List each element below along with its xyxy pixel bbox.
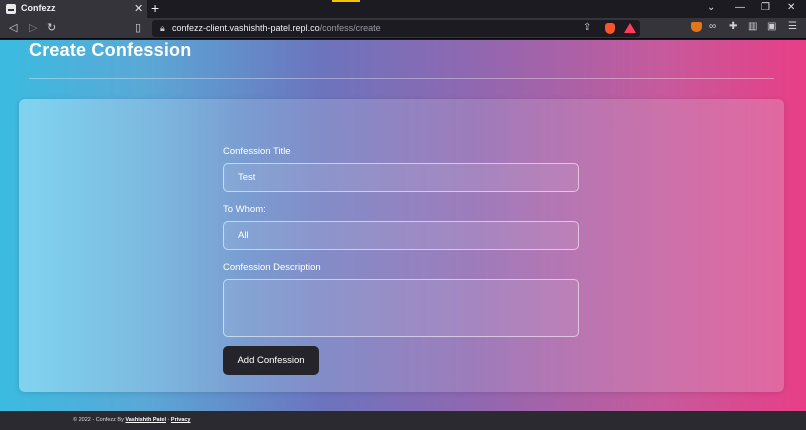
url-text[interactable]: confezz-client.vashishth-patel.repl.co/c… [172, 23, 381, 33]
confession-description-textarea[interactable] [223, 279, 579, 337]
tab-strip: Confezz ✕ + ⌄ — ❐ ✕ [0, 0, 806, 18]
add-confession-button[interactable]: Add Confession [223, 346, 319, 375]
footer-privacy-link[interactable]: Privacy [171, 417, 191, 423]
confezz-favicon-icon [6, 4, 16, 14]
back-icon[interactable]: ◁ [9, 21, 17, 34]
share-icon[interactable]: ⇪ [583, 22, 591, 33]
forward-icon[interactable]: ▷ [29, 21, 37, 34]
url-host: confezz-client.vashishth-patel.repl.co [172, 23, 320, 33]
confession-title-label: Confession Title [223, 146, 291, 157]
page-title: Create Confession [29, 40, 192, 60]
brave-shields-icon[interactable] [605, 23, 615, 34]
maximize-button[interactable]: ❐ [761, 2, 770, 13]
footer-text: © 2022 - Confezz By Vashishth Patel - Pr… [73, 417, 191, 423]
to-whom-input[interactable] [223, 221, 579, 250]
footer-author-link[interactable]: Vashishth Patel [125, 417, 166, 423]
browser-tab[interactable]: Confezz ✕ [0, 0, 147, 18]
page-footer: © 2022 - Confezz By Vashishth Patel - Pr… [0, 411, 806, 430]
new-tab-button[interactable]: + [151, 0, 159, 16]
reload-icon[interactable]: ↻ [47, 21, 56, 34]
url-path: /confess/create [319, 23, 381, 33]
sidebar-icon[interactable]: ▥ [748, 21, 757, 32]
extension-glasses-icon[interactable]: ∞ [709, 21, 716, 32]
confession-title-input[interactable] [223, 163, 579, 192]
metamask-icon[interactable] [691, 22, 702, 32]
extensions-icon[interactable]: ✚ [729, 21, 737, 32]
confession-description-label: Confession Description [223, 262, 321, 273]
tab-list-icon[interactable]: ⌄ [707, 2, 715, 13]
confession-form-card: Confession Title To Whom: Confession Des… [19, 99, 784, 392]
navigation-bar: ◁ ▷ ↻ ▯ 🔒︎ confezz-client.vashishth-pate… [0, 18, 806, 39]
title-divider [29, 78, 774, 79]
menu-icon[interactable]: ☰ [788, 21, 797, 32]
footer-copyright: © 2022 - Confezz By [73, 417, 124, 423]
to-whom-label: To Whom: [223, 204, 266, 215]
brave-rewards-icon[interactable] [624, 23, 636, 33]
bookmark-icon[interactable]: ▯ [135, 21, 141, 34]
tab-title: Confezz [21, 3, 56, 13]
tab-close-icon[interactable]: ✕ [134, 2, 143, 15]
address-bar[interactable]: 🔒︎ confezz-client.vashishth-patel.repl.c… [152, 20, 640, 37]
lock-icon[interactable]: 🔒︎ [160, 23, 165, 34]
tab-indicator [332, 0, 360, 2]
footer-separator: - [167, 417, 170, 423]
wallet-icon[interactable]: ▣ [767, 21, 776, 32]
page-viewport: Create Confession Confession Title To Wh… [0, 40, 806, 411]
close-window-button[interactable]: ✕ [787, 2, 795, 13]
minimize-button[interactable]: — [735, 2, 745, 13]
